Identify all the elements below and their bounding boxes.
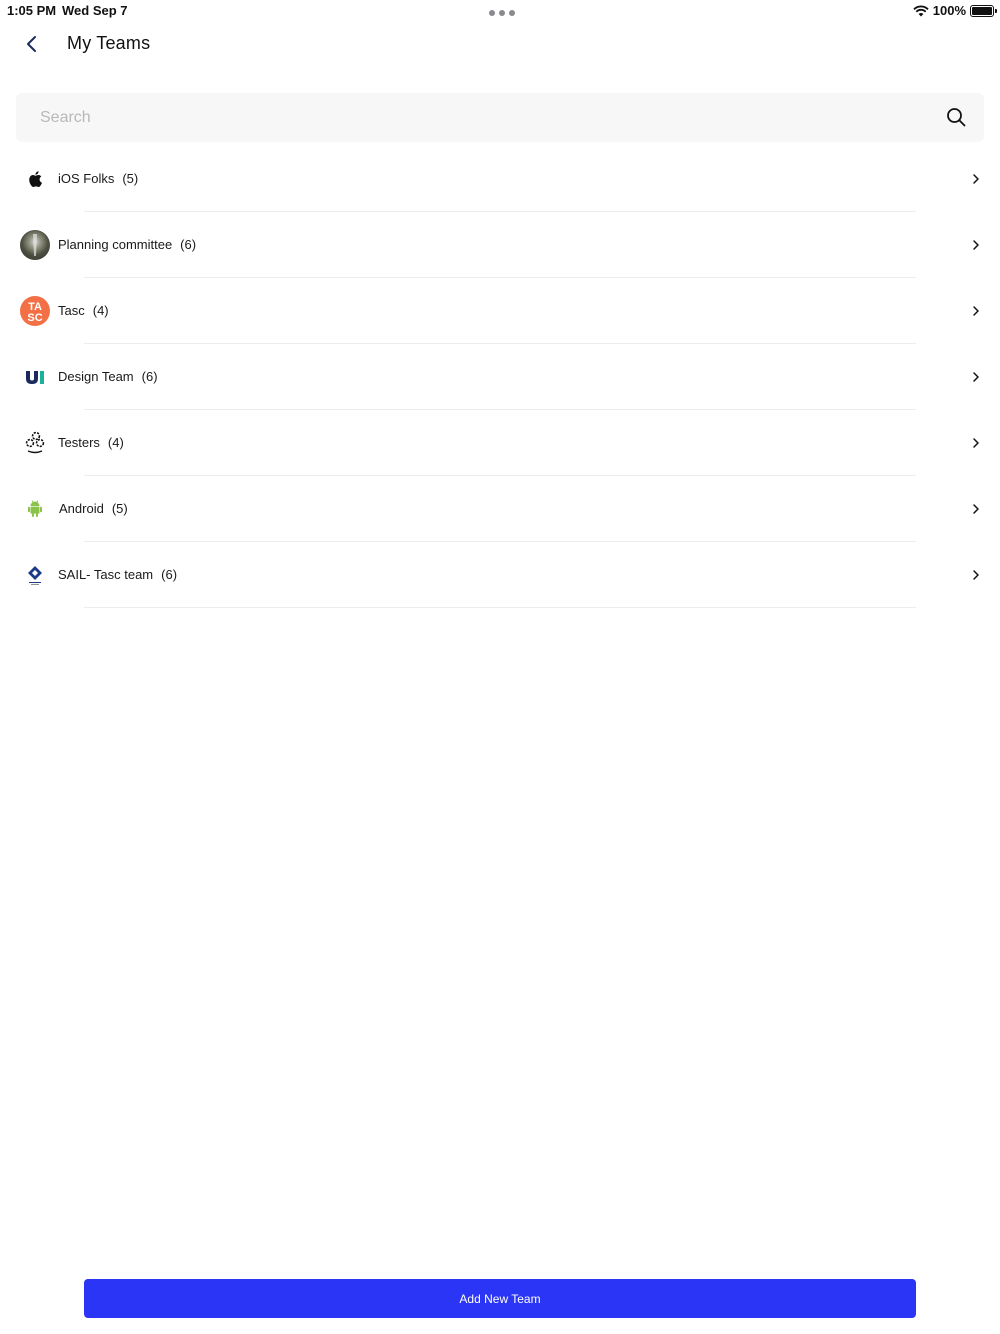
wifi-icon	[913, 5, 929, 16]
chevron-right-icon	[973, 438, 979, 448]
team-label: Tasc (4)	[58, 303, 109, 318]
battery-percent: 100%	[932, 3, 966, 18]
team-row-testers[interactable]: Testers (4)	[0, 410, 1000, 476]
team-row-tasc[interactable]: TA SC Tasc (4)	[0, 278, 1000, 344]
status-indicators: 100%	[913, 3, 997, 18]
chevron-right-icon	[973, 306, 979, 316]
chevron-right-icon	[973, 372, 979, 382]
chevron-right-icon	[973, 174, 979, 184]
chevron-right-icon	[973, 240, 979, 250]
back-button[interactable]	[18, 30, 46, 58]
multitasking-dots-icon[interactable]	[489, 10, 515, 16]
ui-logo	[20, 362, 50, 392]
tasc-logo: TA SC	[20, 296, 50, 326]
search-icon[interactable]	[946, 107, 966, 127]
row-divider	[84, 607, 916, 608]
team-name: Testers	[58, 435, 100, 450]
status-time: 1:05 PM	[7, 3, 57, 18]
team-name: iOS Folks	[58, 171, 115, 186]
page-title: My Teams	[67, 33, 151, 53]
team-count: (6)	[161, 567, 178, 582]
team-row-design-team[interactable]: Design Team (6)	[0, 344, 1000, 410]
apple-icon	[20, 164, 50, 194]
team-row-ios-folks[interactable]: iOS Folks (5)	[0, 146, 1000, 212]
team-list: iOS Folks (5) Planning committee (6) TA SC	[0, 146, 1000, 608]
team-count: (6)	[180, 237, 197, 252]
team-row-sail-tasc-team[interactable]: SAIL- Tasc team (6)	[0, 542, 1000, 608]
team-name: Design Team	[58, 369, 134, 384]
team-label: Android (5)	[59, 501, 128, 516]
team-name: SAIL- Tasc team	[58, 567, 154, 582]
battery-icon	[970, 4, 997, 17]
team-name: Tasc	[58, 303, 85, 318]
search-input[interactable]	[40, 93, 920, 142]
gears-icon	[20, 428, 50, 458]
team-label: Testers (4)	[58, 435, 124, 450]
chevron-left-icon	[27, 36, 36, 52]
team-label: Planning committee (6)	[58, 237, 196, 252]
status-bar: 1:05 PM Wed Sep 7 100%	[0, 0, 1000, 22]
svg-text:SC: SC	[27, 312, 42, 324]
team-count: (6)	[141, 369, 158, 384]
android-icon	[20, 494, 50, 524]
team-count: (5)	[122, 171, 139, 186]
photo-avatar	[20, 230, 50, 260]
team-row-android[interactable]: Android (5)	[0, 476, 1000, 542]
search-bar[interactable]	[16, 93, 984, 142]
add-new-team-button[interactable]: Add New Team	[84, 1279, 916, 1318]
sail-logo	[20, 560, 50, 590]
team-count: (4)	[92, 303, 109, 318]
team-name: Android	[59, 501, 104, 516]
team-label: Design Team (6)	[58, 369, 158, 384]
team-label: SAIL- Tasc team (6)	[58, 567, 177, 582]
chevron-right-icon	[973, 570, 979, 580]
chevron-right-icon	[973, 504, 979, 514]
team-count: (5)	[111, 501, 128, 516]
team-name: Planning committee	[58, 237, 173, 252]
team-row-planning-committee[interactable]: Planning committee (6)	[0, 212, 1000, 278]
status-date: Wed Sep 7	[62, 3, 128, 18]
team-count: (4)	[107, 435, 124, 450]
team-label: iOS Folks (5)	[58, 171, 138, 186]
